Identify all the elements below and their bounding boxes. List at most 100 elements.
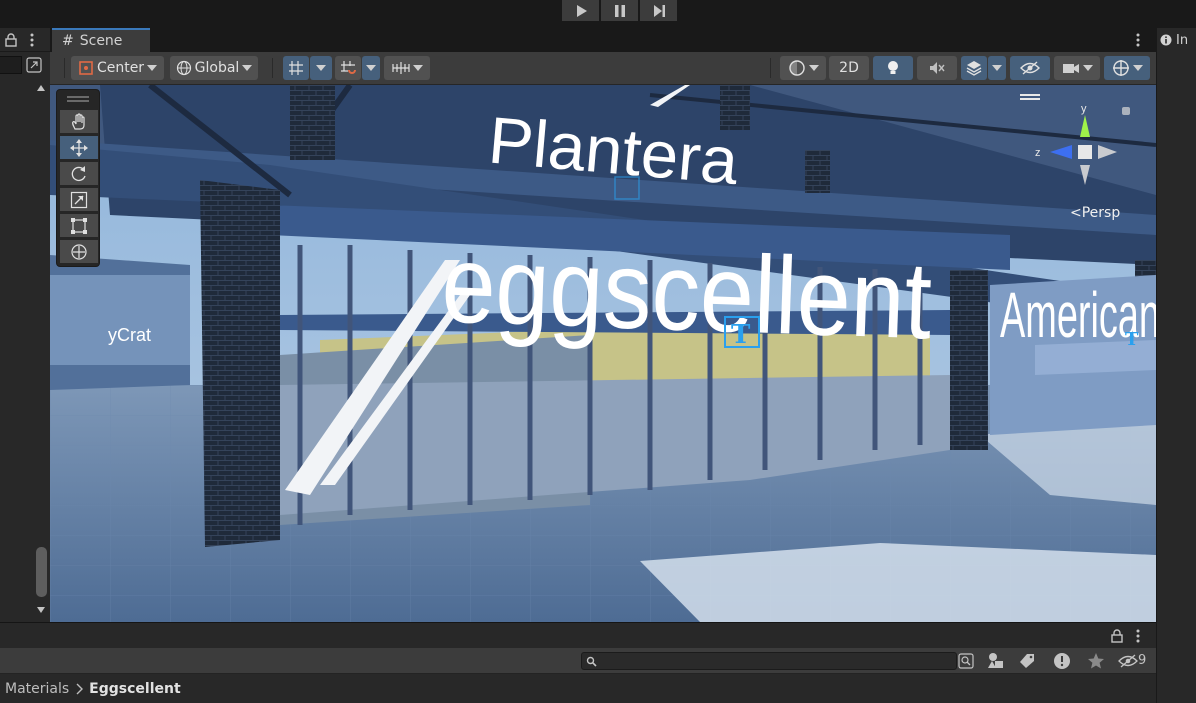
rotate-tool-button[interactable] — [60, 162, 98, 185]
chevron-left-icon: < — [1070, 205, 1082, 221]
pivot-label: Center — [96, 60, 145, 76]
chevron-down-icon — [1082, 65, 1093, 71]
more-options-icon[interactable] — [1135, 33, 1141, 47]
lock-icon[interactable] — [1111, 629, 1123, 643]
camera-icon — [1062, 64, 1079, 73]
gizmo-axis-y: y — [1081, 103, 1087, 115]
grid-icon: # — [62, 33, 74, 49]
project-header — [0, 622, 1156, 648]
play-icon — [576, 4, 587, 17]
play-button[interactable] — [562, 0, 599, 21]
chevron-down-icon — [242, 65, 253, 71]
hierarchy-scrollbar[interactable] — [34, 82, 48, 618]
gizmo-icon — [1112, 60, 1129, 76]
grid-snap-icon — [289, 61, 303, 75]
move-icon — [70, 138, 88, 157]
scene-toolbar: Center Global 2D — [50, 52, 1156, 85]
tab-inspector-label: In — [1176, 32, 1189, 48]
scene-tab-bar — [50, 28, 1156, 52]
hidden-packages-icon[interactable] — [1118, 654, 1138, 668]
toggle-2d-label: 2D — [839, 60, 859, 76]
label-tag-icon[interactable] — [1019, 653, 1035, 669]
breadcrumb-item-current[interactable]: Eggscellent — [89, 681, 181, 697]
ruler-icon — [391, 62, 410, 74]
globe-icon — [176, 60, 191, 76]
shading-mode-icon — [788, 60, 805, 76]
rotate-icon — [71, 165, 86, 181]
pivot-dropdown[interactable]: Center — [71, 56, 164, 80]
step-button[interactable] — [640, 0, 677, 21]
scale-tool-button[interactable] — [60, 188, 98, 211]
scene-render: eggscellent Plantera American yCrat T T … — [50, 85, 1156, 622]
lock-icon[interactable] — [5, 33, 17, 47]
tab-inspector[interactable]: In — [1160, 28, 1196, 52]
scroll-up-icon[interactable] — [36, 84, 46, 92]
pause-icon — [614, 4, 625, 17]
hand-icon — [72, 112, 85, 130]
chevron-down-icon — [992, 65, 1002, 71]
move-tool-button[interactable] — [60, 136, 98, 159]
breadcrumb-item-materials[interactable]: Materials — [5, 681, 69, 697]
text-gizmo-icon[interactable]: T — [1125, 329, 1139, 350]
effects-button[interactable] — [961, 56, 987, 80]
audio-mute-icon — [930, 62, 945, 74]
scene-visibility-icon[interactable] — [26, 57, 42, 73]
tool-palette — [56, 89, 100, 267]
tab-scene-label: Scene — [79, 33, 123, 49]
gizmos-dropdown[interactable] — [1104, 56, 1150, 80]
ruler-button[interactable] — [384, 56, 430, 80]
more-options-icon[interactable] — [1135, 629, 1141, 643]
grid-snapping-dropdown[interactable] — [310, 56, 332, 80]
tab-scene[interactable]: # Scene — [52, 28, 150, 52]
hand-tool-button[interactable] — [60, 110, 98, 133]
pause-button[interactable] — [601, 0, 638, 21]
space-dropdown[interactable]: Global — [170, 56, 258, 80]
breadcrumb: Materials Eggscellent — [0, 674, 1156, 703]
toggle-2d-button[interactable]: 2D — [829, 56, 869, 80]
grid-snapping-button[interactable] — [283, 56, 309, 80]
scene-visibility-button[interactable] — [1010, 56, 1050, 80]
toggle-audio-button[interactable] — [917, 56, 957, 80]
scale-icon — [70, 191, 88, 208]
draw-mode-dropdown[interactable] — [780, 56, 826, 80]
increment-snap-dropdown[interactable] — [362, 56, 380, 80]
sign-left: yCrat — [108, 325, 151, 345]
light-bulb-icon — [888, 61, 898, 74]
star-icon[interactable] — [1087, 652, 1105, 670]
hierarchy-search-input[interactable] — [0, 56, 22, 74]
increment-snap-button[interactable] — [335, 56, 361, 80]
warning-icon[interactable] — [1053, 652, 1071, 670]
gizmo-lock-icon[interactable] — [1122, 107, 1130, 115]
svg-text:T: T — [731, 320, 751, 350]
more-options-icon[interactable] — [29, 33, 35, 47]
transform-tool-button[interactable] — [60, 240, 98, 263]
camera-mode-label[interactable]: <Persp — [1070, 205, 1120, 221]
step-icon — [653, 4, 665, 17]
toggle-lighting-button[interactable] — [873, 56, 913, 80]
hierarchy-panel — [0, 28, 50, 622]
rect-tool-button[interactable] — [60, 214, 98, 237]
rect-transform-icon — [71, 217, 87, 234]
scene-viewport[interactable]: eggscellent Plantera American yCrat T T … — [50, 85, 1156, 622]
chevron-down-icon — [316, 65, 326, 71]
chevron-down-icon — [147, 65, 158, 71]
info-icon — [1160, 34, 1172, 46]
effects-dropdown[interactable] — [988, 56, 1006, 80]
layers-icon — [966, 61, 982, 76]
gizmo-axis-z: z — [1035, 147, 1041, 159]
camera-settings-dropdown[interactable] — [1054, 56, 1100, 80]
scrollbar-thumb[interactable] — [36, 547, 47, 597]
scroll-down-icon[interactable] — [36, 606, 46, 614]
drag-handle-icon[interactable] — [67, 96, 89, 98]
open-search-window-icon[interactable] — [958, 653, 974, 669]
chevron-down-icon — [366, 65, 376, 71]
chevron-down-icon — [808, 65, 819, 71]
hidden-packages-count: 9 — [1138, 653, 1147, 668]
search-by-type-icon[interactable] — [987, 652, 1005, 670]
transform-icon — [71, 243, 87, 260]
project-search-input[interactable] — [581, 652, 957, 670]
magnet-grid-icon — [341, 61, 356, 74]
play-mode-bar — [0, 0, 1196, 28]
svg-text:T: T — [1125, 329, 1139, 350]
pivot-center-icon — [79, 61, 93, 75]
